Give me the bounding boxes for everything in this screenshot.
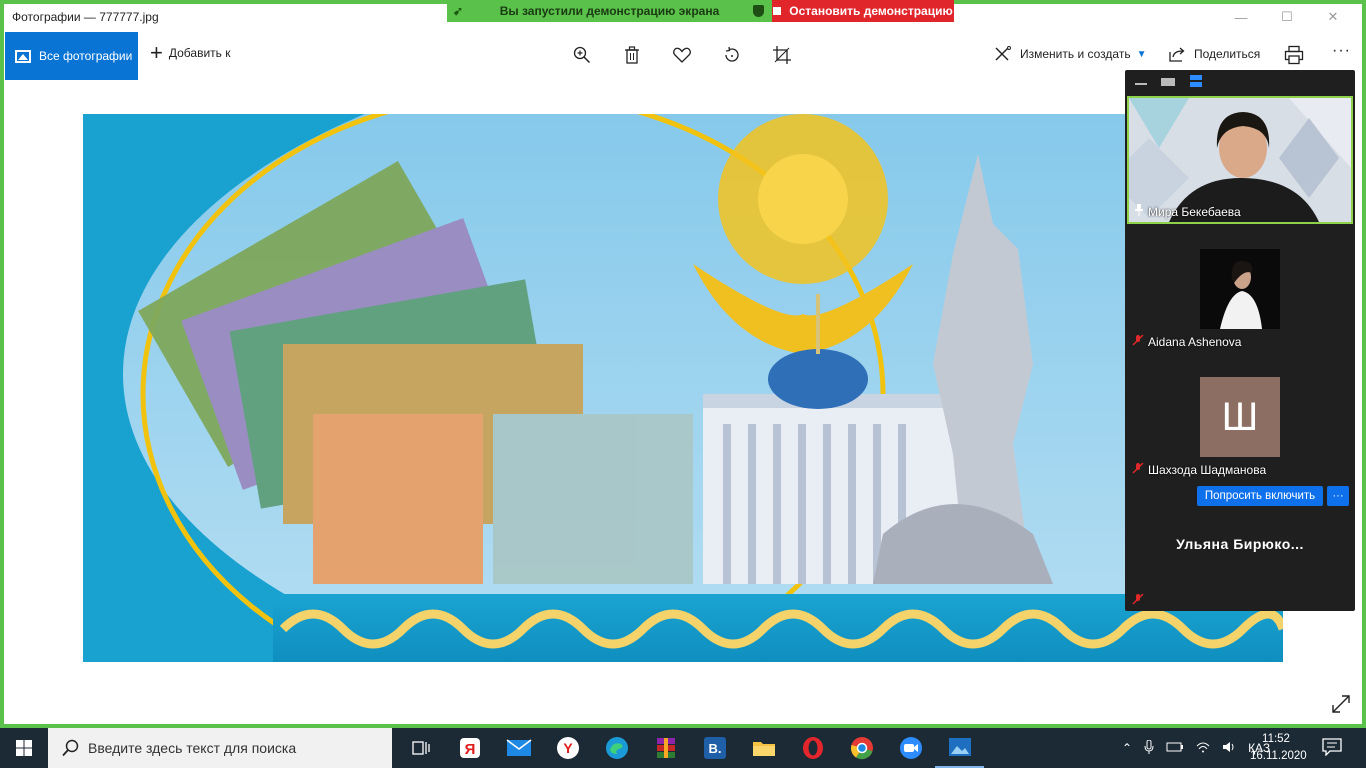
rotate-icon[interactable] xyxy=(720,44,744,66)
muted-mic-icon xyxy=(1132,592,1144,610)
yandex-icon[interactable]: Y xyxy=(543,728,592,768)
battery-icon[interactable] xyxy=(1166,741,1184,756)
winrar-icon[interactable] xyxy=(641,728,690,768)
svg-text:Я: Я xyxy=(464,741,475,758)
stop-share-button[interactable]: Остановить демонстрацию xyxy=(772,0,954,22)
minimize-panel-icon[interactable] xyxy=(1135,74,1147,92)
windows-logo-icon xyxy=(16,740,32,756)
share-icon xyxy=(1169,47,1185,62)
participant-name-large: Ульяна Бирюко... xyxy=(1176,536,1304,552)
clock-time: 11:52 xyxy=(1262,733,1290,745)
zoom-icon[interactable] xyxy=(886,728,935,768)
heart-icon[interactable] xyxy=(670,44,694,66)
edit-create-button[interactable]: Изменить и создать ▼ xyxy=(994,46,1146,62)
clock-date: 16.11.2020 xyxy=(1250,750,1307,762)
single-view-icon[interactable] xyxy=(1161,74,1175,92)
participant-tile[interactable]: Мира Бекебаева xyxy=(1109,96,1353,224)
pin-icon xyxy=(1134,204,1144,219)
add-to-label: Добавить к xyxy=(168,46,231,60)
stop-share-label: Остановить демонстрацию xyxy=(789,4,953,18)
share-button[interactable]: Поделиться xyxy=(1168,46,1260,62)
yandex-browser-icon[interactable]: Я xyxy=(445,728,494,768)
zoom-video-panel: Мира Бекебаева Aidana Ashenova Ш Шахзода… xyxy=(1109,70,1355,611)
screen-share-banner: ➹ Вы запустили демонстрацию экрана Остан… xyxy=(447,0,954,22)
zoom-panel-controls xyxy=(1125,70,1355,96)
participant-name: Мира Бекебаева xyxy=(1134,204,1241,219)
all-photos-button[interactable]: Все фотографии xyxy=(5,32,138,80)
search-icon xyxy=(62,739,79,757)
plus-icon: + xyxy=(150,40,163,65)
edge-icon[interactable] xyxy=(592,728,641,768)
share-status-text: Вы запустили демонстрацию экрана xyxy=(499,4,720,18)
participant-more-button[interactable]: ··· xyxy=(1327,486,1349,506)
avatar: Ш xyxy=(1200,377,1280,457)
add-to-button[interactable]: + Добавить к xyxy=(150,40,231,65)
window-title: Фотографии — 777777.jpg xyxy=(12,10,159,24)
network-icon[interactable] xyxy=(1196,741,1210,756)
opera-icon[interactable] xyxy=(788,728,837,768)
participant-tile[interactable]: Ш Шахзода Шадманова xyxy=(1127,352,1353,480)
photo-view[interactable] xyxy=(83,114,1283,662)
trash-icon[interactable] xyxy=(620,44,644,66)
photo-icon xyxy=(15,49,31,63)
muted-mic-icon xyxy=(1132,462,1144,477)
participant-video xyxy=(1200,249,1280,329)
chevron-down-icon: ▼ xyxy=(1136,48,1147,60)
search-placeholder: Введите здесь текст для поиска xyxy=(88,740,297,756)
notifications-icon[interactable] xyxy=(1322,738,1342,761)
maximize-button[interactable]: ☐ xyxy=(1264,4,1310,30)
start-button[interactable] xyxy=(0,728,48,768)
task-view-icon[interactable] xyxy=(396,728,445,768)
close-button[interactable]: ✕ xyxy=(1310,4,1356,30)
taskbar: Введите здесь текст для поиска Я Y B. ⌃ … xyxy=(0,728,1366,768)
share-arrow-icon: ➹ xyxy=(453,4,464,18)
all-photos-label: Все фотографии xyxy=(39,49,133,63)
edit-create-label: Изменить и создать xyxy=(1020,47,1131,61)
file-explorer-icon[interactable] xyxy=(739,728,788,768)
svg-text:Y: Y xyxy=(563,740,573,756)
shield-icon xyxy=(753,5,764,17)
more-icon[interactable]: ··· xyxy=(1332,42,1351,60)
participant-tile[interactable]: Aidana Ashenova xyxy=(1127,224,1353,352)
taskbar-search[interactable]: Введите здесь текст для поиска xyxy=(48,728,392,768)
window-controls: — ☐ ✕ xyxy=(1218,4,1356,30)
stop-icon xyxy=(773,7,782,15)
photos-icon[interactable] xyxy=(935,728,984,768)
zoom-in-icon[interactable] xyxy=(570,44,594,66)
participant-name: Aidana Ashenova xyxy=(1132,334,1241,349)
share-status[interactable]: ➹ Вы запустили демонстрацию экрана xyxy=(447,0,772,22)
gallery-strip-icon[interactable] xyxy=(1189,74,1203,92)
edit-create-icon xyxy=(995,46,1011,61)
mail-icon[interactable] xyxy=(494,728,543,768)
chevron-up-icon[interactable]: ⌃ xyxy=(1122,741,1132,755)
vk-icon[interactable]: B. xyxy=(690,728,739,768)
taskbar-apps: Я Y B. xyxy=(396,728,984,768)
kazakhstan-banknotes-picture xyxy=(83,114,1283,662)
svg-text:B.: B. xyxy=(708,741,721,756)
chrome-icon[interactable] xyxy=(837,728,886,768)
expand-icon[interactable] xyxy=(1330,693,1352,720)
participant-name: Шахзода Шадманова xyxy=(1132,462,1266,477)
ask-to-unmute-button[interactable]: Попросить включить xyxy=(1197,486,1323,506)
print-icon[interactable] xyxy=(1284,45,1304,70)
tool-icons xyxy=(570,44,794,66)
share-label: Поделиться xyxy=(1194,47,1261,61)
muted-mic-icon xyxy=(1132,334,1144,349)
clock[interactable]: 11:52 16.11.2020 xyxy=(1250,731,1307,765)
crop-icon[interactable] xyxy=(770,44,794,66)
microphone-icon[interactable] xyxy=(1144,739,1154,757)
minimize-button[interactable]: — xyxy=(1218,4,1264,30)
volume-icon[interactable] xyxy=(1222,741,1236,756)
